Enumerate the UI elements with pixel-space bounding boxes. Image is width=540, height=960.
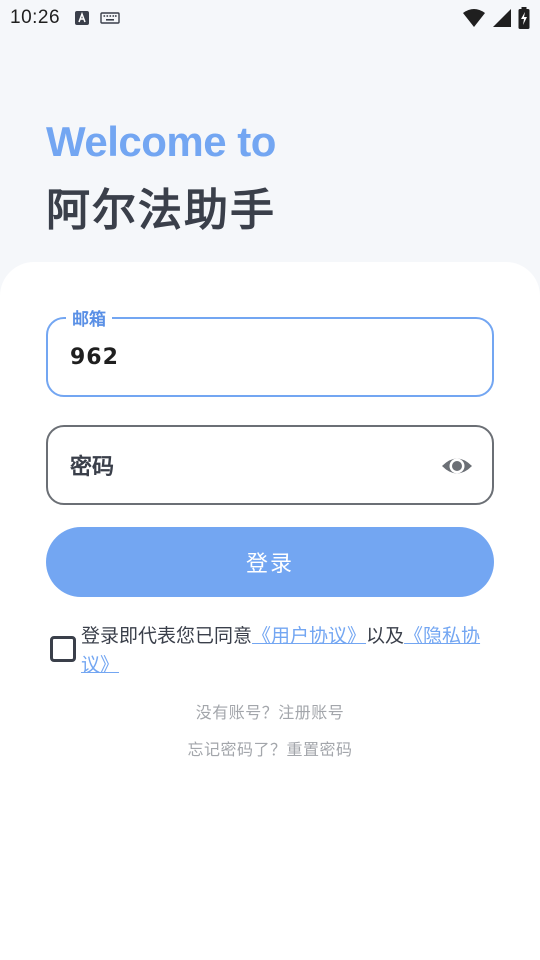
register-link[interactable]: 没有账号？注册账号 xyxy=(196,703,345,722)
agreement-middle: 以及 xyxy=(366,625,405,647)
agreement-prefix: 登录即代表您已同意 xyxy=(81,625,253,647)
status-time: 10:26 xyxy=(10,7,61,28)
password-placeholder: 密码 xyxy=(70,455,115,480)
text-input-notification-icon xyxy=(75,11,90,25)
email-field[interactable]: 邮箱 962 xyxy=(46,305,494,397)
battery-charging-icon xyxy=(518,7,530,29)
cell-signal-icon xyxy=(493,9,511,27)
agreement-text: 登录即代表您已同意《用户协议》以及《隐私协议》 xyxy=(81,622,491,680)
email-field-value[interactable]: 962 xyxy=(70,345,119,370)
app-name-heading: 阿尔法助手 xyxy=(46,185,276,236)
wifi-icon xyxy=(463,9,485,27)
status-bar: 10:26 xyxy=(0,0,540,36)
eye-icon[interactable] xyxy=(440,451,474,481)
register-row: 没有账号？注册账号 xyxy=(0,699,540,723)
user-agreement-link[interactable]: 《用户协议》 xyxy=(252,625,366,647)
email-field-label: 邮箱 xyxy=(66,305,112,330)
password-field[interactable]: 密码 xyxy=(46,425,494,505)
reset-password-link[interactable]: 忘记密码了？重置密码 xyxy=(187,740,352,759)
login-button[interactable]: 登录 xyxy=(46,527,494,597)
reset-row: 忘记密码了？重置密码 xyxy=(0,736,540,760)
agreement-checkbox[interactable] xyxy=(50,636,76,662)
keyboard-icon xyxy=(100,12,120,24)
welcome-heading: Welcome to xyxy=(46,118,276,165)
